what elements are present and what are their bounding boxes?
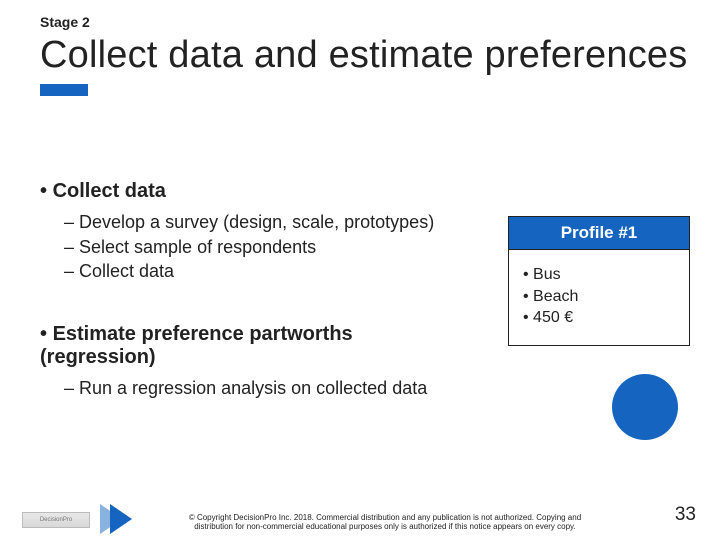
- section1-sub: Collect data: [64, 260, 450, 283]
- section1-sub: Select sample of respondents: [64, 236, 450, 259]
- section1-heading: Collect data: [40, 180, 450, 203]
- profile-item: Bus: [523, 264, 681, 286]
- page-number: 33: [675, 504, 696, 526]
- profile-item: 450 €: [523, 307, 681, 329]
- profile-item: Beach: [523, 286, 681, 308]
- section2-heading: Estimate preference partworths (regressi…: [40, 323, 450, 369]
- section2-sub: Run a regression analysis on collected d…: [64, 377, 450, 400]
- footer: DecisionPro © Copyright DecisionPro Inc.…: [0, 492, 720, 534]
- logo-chip: DecisionPro: [22, 512, 90, 528]
- profile-title: Profile #1: [509, 217, 689, 250]
- slide-title: Collect data and estimate preferences: [40, 34, 687, 77]
- copyright-text: © Copyright DecisionPro Inc. 2018. Comme…: [170, 513, 600, 531]
- profile-card: Profile #1 Bus Beach 450 €: [508, 216, 690, 346]
- slide: Stage 2 Collect data and estimate prefer…: [0, 0, 720, 540]
- title-accent-bar: [40, 84, 88, 96]
- accent-circle: [612, 374, 678, 440]
- stage-label: Stage 2: [40, 14, 90, 30]
- content-area: Collect data Develop a survey (design, s…: [40, 180, 450, 401]
- section1-sub: Develop a survey (design, scale, prototy…: [64, 211, 450, 234]
- arrow-chevron-icon: [100, 504, 148, 534]
- profile-body: Bus Beach 450 €: [509, 250, 689, 345]
